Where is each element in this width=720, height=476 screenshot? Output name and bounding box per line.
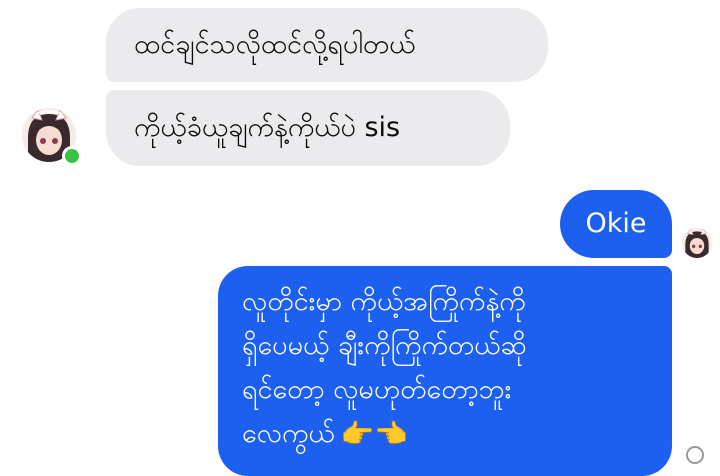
pointing-hands-emoji-icon: 👉👈 bbox=[340, 418, 408, 450]
online-dot-icon bbox=[62, 146, 82, 166]
message-line: လေကွယ် 👉👈 bbox=[242, 412, 652, 457]
anime-girl-avatar-icon bbox=[682, 228, 712, 258]
read-receipt-avatar bbox=[682, 228, 712, 258]
message-text: လေကွယ် bbox=[242, 418, 335, 449]
seen-indicator-icon bbox=[686, 446, 704, 464]
message-line: လူတိုင်းမှာ ကိုယ့်အကြိုက်နဲ့ကို bbox=[242, 286, 526, 317]
outgoing-message-bubble[interactable]: လူတိုင်းမှာ ကိုယ့်အကြိုက်နဲ့ကို ရှိပေမယ့… bbox=[218, 266, 672, 476]
message-line: ရင်တော့ လူမဟုတ်တော့ဘူး bbox=[242, 374, 512, 405]
incoming-message-bubble[interactable]: ကိုယ့်ခံယူချက်နဲ့ကိုယ်ပဲ sis bbox=[106, 90, 510, 166]
incoming-message-bubble[interactable]: ထင်ချင်သလိုထင်လို့ရပါတယ် bbox=[106, 8, 548, 82]
outgoing-message-bubble[interactable]: Okie bbox=[560, 190, 672, 258]
message-line: ရှိပေမယ့် ချီးကိုကြိုက်တယ်ဆို bbox=[242, 330, 527, 361]
